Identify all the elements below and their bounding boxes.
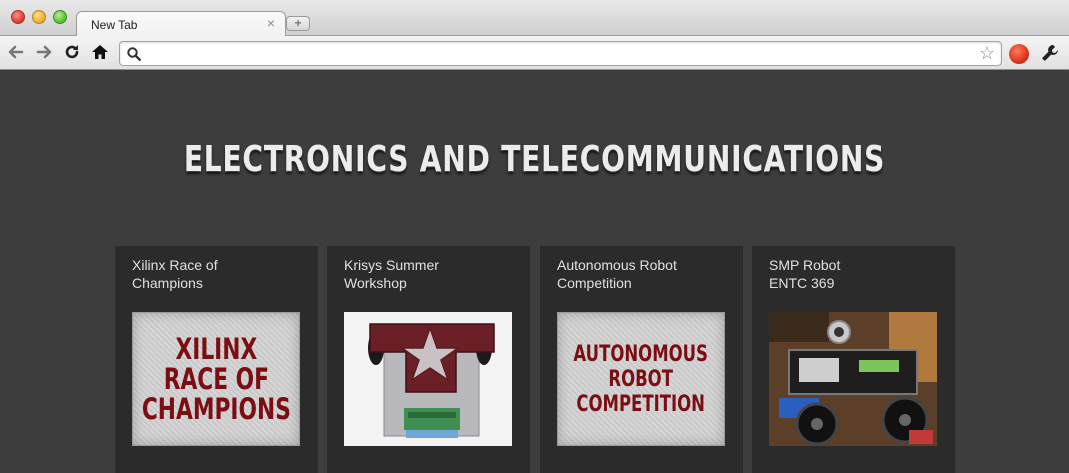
- reload-icon: [65, 45, 79, 59]
- robot-photo-image: [769, 312, 937, 446]
- card-title[interactable]: Krisys Summer Workshop: [344, 256, 519, 292]
- card-xilinx-race[interactable]: Xilinx Race of Champions XILINX RACE OF …: [115, 246, 318, 473]
- zoom-window-button[interactable]: [53, 10, 67, 24]
- card-title-line: Xilinx Race of: [132, 257, 218, 273]
- home-button[interactable]: [90, 42, 110, 62]
- card-title[interactable]: Autonomous Robot Competition: [557, 256, 732, 292]
- card-title-line: Champions: [132, 275, 203, 291]
- card-krisys-workshop[interactable]: Krisys Summer Workshop: [327, 246, 530, 473]
- back-button[interactable]: [6, 42, 26, 62]
- thumbnail-text: AUTONOMOUS ROBOT COMPETITION: [574, 342, 709, 417]
- minimize-window-button[interactable]: [32, 10, 46, 24]
- reload-button[interactable]: [62, 42, 82, 62]
- tab-new-tab[interactable]: New Tab ×: [76, 11, 286, 37]
- bookmark-star-icon[interactable]: ☆: [979, 43, 995, 64]
- window-titlebar: New Tab × +: [0, 0, 1069, 37]
- thumbnail-text-line: CHAMPIONS: [141, 392, 291, 426]
- address-bar[interactable]: ☆: [119, 41, 1002, 66]
- forward-arrow-icon: [36, 45, 52, 59]
- card-title-line: ENTC 369: [769, 275, 835, 291]
- card-title-line: Workshop: [344, 275, 407, 291]
- card-title-line: SMP Robot: [769, 257, 841, 273]
- wrench-icon: [1042, 45, 1058, 61]
- home-icon: [92, 45, 108, 59]
- tab-title: New Tab: [91, 18, 138, 32]
- card-title-line: Autonomous Robot: [557, 257, 677, 273]
- wrench-menu-button[interactable]: [1039, 42, 1061, 64]
- card-title[interactable]: SMP Robot ENTC 369: [769, 256, 944, 292]
- thumbnail-text-line: RACE OF: [163, 362, 269, 396]
- back-arrow-icon: [8, 45, 24, 59]
- forward-button[interactable]: [34, 42, 54, 62]
- card-smp-robot[interactable]: SMP Robot ENTC 369: [752, 246, 955, 473]
- close-window-button[interactable]: [11, 10, 25, 24]
- thumbnail-text-line: XILINX: [175, 332, 257, 366]
- card-thumbnail[interactable]: XILINX RACE OF CHAMPIONS: [132, 312, 300, 446]
- thumbnail-text-line: COMPETITION: [576, 391, 706, 417]
- search-icon: [127, 47, 141, 61]
- card-thumbnail[interactable]: [769, 312, 937, 446]
- card-title[interactable]: Xilinx Race of Champions: [132, 256, 307, 292]
- card-title-line: Krisys Summer: [344, 257, 439, 273]
- thumbnail-text-line: AUTONOMOUS: [573, 341, 709, 367]
- extension-icon[interactable]: [1009, 44, 1029, 64]
- thumbnail-text: XILINX RACE OF CHAMPIONS: [141, 334, 290, 424]
- address-input[interactable]: [148, 44, 968, 64]
- robot-photo-image: [344, 312, 512, 446]
- card-autonomous-robot[interactable]: Autonomous Robot Competition AUTONOMOUS …: [540, 246, 743, 473]
- thumbnail-text-line: ROBOT: [608, 366, 674, 392]
- card-thumbnail[interactable]: [344, 312, 512, 446]
- card-thumbnail[interactable]: AUTONOMOUS ROBOT COMPETITION: [557, 312, 725, 446]
- tab-close-icon[interactable]: ×: [267, 15, 275, 31]
- page-title: ELECTRONICS AND TELECOMMUNICATIONS: [183, 139, 886, 180]
- browser-toolbar: ☆: [0, 36, 1069, 70]
- new-tab-button[interactable]: +: [286, 16, 310, 31]
- card-title-line: Competition: [557, 275, 632, 291]
